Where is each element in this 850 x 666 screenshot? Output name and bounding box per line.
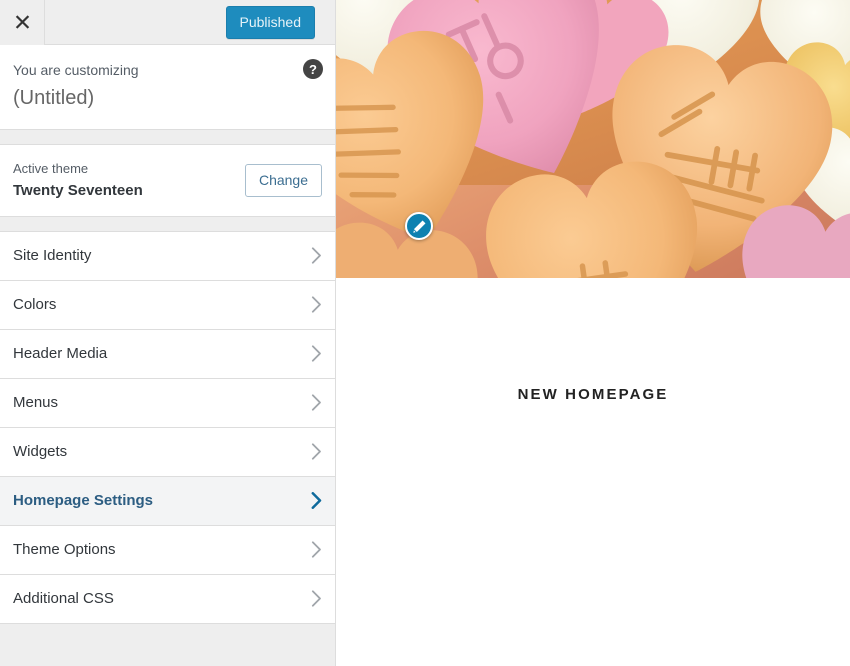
sidebar-item-colors[interactable]: Colors [0, 280, 335, 330]
sidebar-item-label: Menus [13, 394, 59, 412]
sidebar-item-header-media[interactable]: Header Media [0, 329, 335, 379]
active-theme-name: Twenty Seventeen [13, 181, 143, 199]
customizing-panel: You are customizing (Untitled) ? [0, 45, 335, 131]
header-image [336, 0, 850, 278]
publish-button[interactable]: Published [225, 5, 315, 39]
sidebar-item-label: Colors [13, 296, 57, 314]
close-icon [15, 14, 30, 30]
sidebar-item-menus[interactable]: Menus [0, 378, 335, 428]
customizer-section-list: Site Identity Colors Header Media Menus [0, 231, 335, 666]
customizing-title: (Untitled) [13, 87, 95, 110]
sidebar-item-site-identity[interactable]: Site Identity [0, 231, 335, 281]
page-title: NEW HOMEPAGE [517, 386, 669, 403]
customizer-topbar: Published [0, 0, 335, 45]
chevron-right-icon [311, 443, 322, 460]
sidebar-item-homepage-settings[interactable]: Homepage Settings [0, 476, 335, 526]
close-customizer-button[interactable] [0, 0, 45, 45]
sidebar-item-label: Widgets [13, 443, 68, 461]
chevron-right-icon [311, 541, 322, 558]
customizer-sidebar: Published You are customizing (Untitled)… [0, 0, 336, 666]
section-list-tail [0, 623, 335, 666]
sidebar-item-additional-css[interactable]: Additional CSS [0, 574, 335, 624]
panel-spacer-top [0, 130, 335, 146]
panel-spacer-bottom [0, 216, 335, 232]
customizing-label: You are customizing [13, 62, 139, 78]
edit-shortcut-button[interactable] [405, 212, 433, 240]
active-theme-panel: Active theme Twenty Seventeen Change [0, 145, 335, 217]
help-icon[interactable]: ? [303, 59, 323, 79]
sidebar-item-theme-options[interactable]: Theme Options [0, 525, 335, 575]
chevron-right-icon [311, 492, 322, 510]
site-content-area: NEW HOMEPAGE [336, 278, 850, 666]
site-preview: NEW HOMEPAGE [336, 0, 850, 666]
active-theme-text: Active theme Twenty Seventeen [13, 159, 245, 201]
sidebar-item-label: Theme Options [13, 541, 116, 559]
sidebar-item-label: Header Media [13, 345, 108, 363]
chevron-right-icon [311, 247, 322, 264]
chevron-right-icon [311, 345, 322, 362]
chevron-right-icon [311, 590, 322, 607]
chevron-right-icon [311, 296, 322, 313]
change-theme-button[interactable]: Change [244, 164, 322, 198]
chevron-right-icon [311, 394, 322, 411]
active-theme-label: Active theme [13, 161, 89, 177]
sidebar-item-label: Homepage Settings [13, 492, 154, 510]
customizer-app: Published You are customizing (Untitled)… [0, 0, 850, 666]
sidebar-item-label: Additional CSS [13, 590, 114, 608]
pencil-edit-icon [412, 219, 427, 234]
sidebar-item-widgets[interactable]: Widgets [0, 427, 335, 477]
sidebar-item-label: Site Identity [13, 247, 92, 265]
